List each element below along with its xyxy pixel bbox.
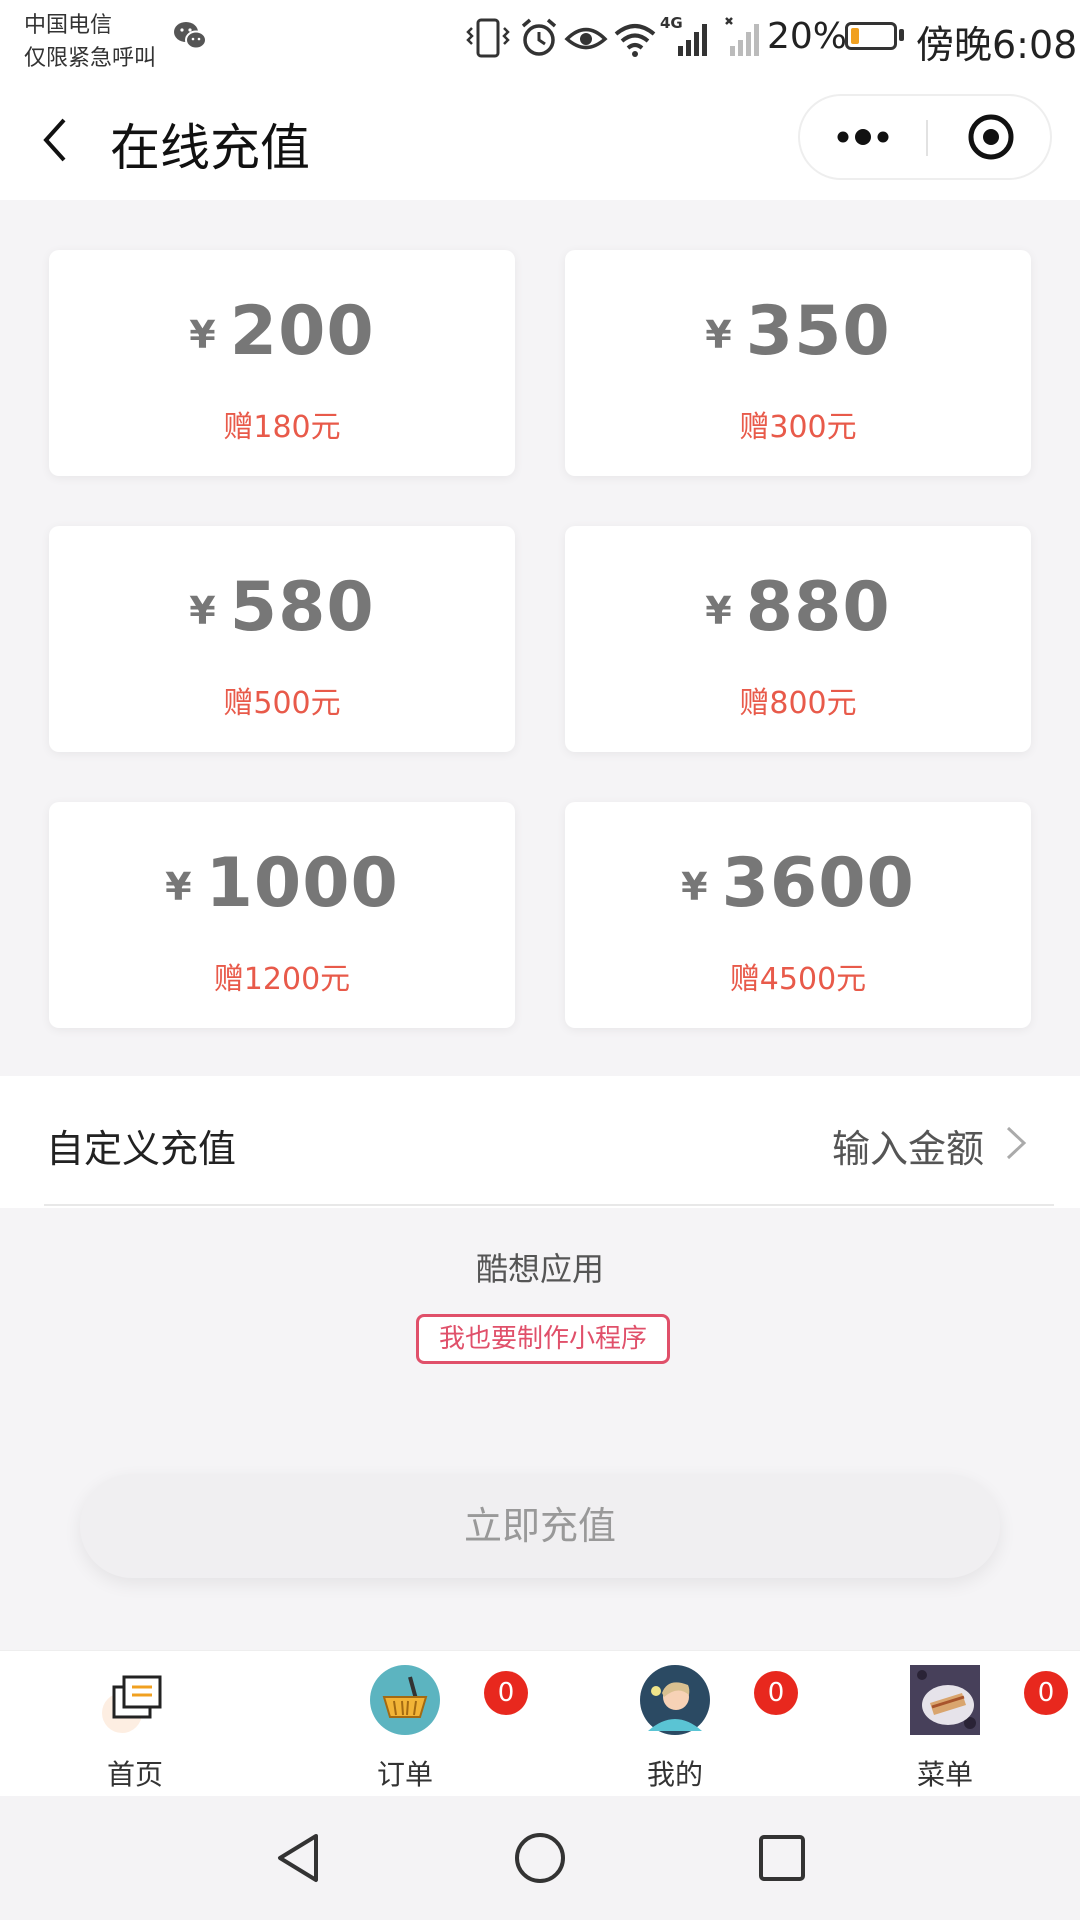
tab-menu[interactable]: 0 菜单 bbox=[810, 1651, 1080, 1797]
recharge-now-button[interactable]: 立即充值 bbox=[80, 1474, 1000, 1578]
package-card-350[interactable]: ¥350 赠300元 bbox=[565, 250, 1031, 476]
home-folder-icon bbox=[102, 1675, 162, 1733]
emergency-only-text: 仅限紧急呼叫 bbox=[24, 46, 157, 71]
tab-label: 我的 bbox=[646, 1758, 703, 1791]
currency-symbol: ¥ bbox=[189, 313, 216, 357]
package-amount: 3600 bbox=[721, 844, 915, 923]
divider bbox=[44, 1204, 1054, 1206]
vibrate-icon bbox=[466, 18, 510, 58]
bonus-text: 赠500元 bbox=[223, 686, 341, 721]
tab-label: 订单 bbox=[376, 1758, 433, 1791]
bonus-text: 赠180元 bbox=[223, 410, 341, 445]
tab-label: 菜单 bbox=[916, 1758, 973, 1791]
custom-recharge-row[interactable]: 自定义充值 输入金额 bbox=[0, 1076, 1080, 1208]
tab-home[interactable]: 首页 bbox=[0, 1651, 270, 1797]
carrier-name: 中国电信 bbox=[24, 13, 113, 38]
bonus-text: 赠800元 bbox=[739, 686, 857, 721]
wechat-icon bbox=[174, 22, 207, 50]
price-row: ¥350 bbox=[565, 292, 1031, 371]
make-miniprogram-button[interactable]: 我也要制作小程序 bbox=[416, 1314, 670, 1364]
recents-square-icon[interactable] bbox=[756, 1830, 808, 1886]
tab-profile[interactable]: 0 我的 bbox=[540, 1651, 810, 1797]
menu-count-badge: 0 bbox=[1024, 1671, 1068, 1715]
page-title: 在线充值 bbox=[110, 119, 310, 177]
package-amount: 580 bbox=[229, 568, 375, 647]
package-card-200[interactable]: ¥200 赠180元 bbox=[49, 250, 515, 476]
currency-symbol: ¥ bbox=[189, 589, 216, 633]
battery-level-fill bbox=[851, 28, 859, 44]
back-triangle-icon[interactable] bbox=[272, 1830, 324, 1886]
price-row: ¥580 bbox=[49, 568, 515, 647]
enter-amount-link[interactable]: 输入金额 bbox=[832, 1118, 984, 1173]
basket-icon bbox=[370, 1665, 440, 1735]
price-row: ¥200 bbox=[49, 292, 515, 371]
battery-tip bbox=[899, 29, 904, 41]
wifi-icon bbox=[614, 24, 656, 57]
bonus-text: 赠300元 bbox=[739, 410, 857, 445]
package-card-1000[interactable]: ¥1000 赠1200元 bbox=[49, 802, 515, 1028]
profile-count-badge: 0 bbox=[754, 1671, 798, 1715]
currency-symbol: ¥ bbox=[681, 865, 708, 909]
package-amount: 200 bbox=[229, 292, 375, 371]
system-navigation-bar bbox=[0, 1796, 1080, 1920]
bonus-text: 赠4500元 bbox=[729, 962, 867, 997]
navigation-bar: 在线充值 bbox=[0, 80, 1080, 200]
custom-recharge-label: 自定义充值 bbox=[46, 1127, 237, 1171]
tab-bar: 首页 0 订单 0 我的 0 菜单 bbox=[0, 1650, 1080, 1797]
home-circle-icon[interactable] bbox=[512, 1830, 568, 1886]
battery-percent: 20% bbox=[767, 16, 848, 57]
tab-orders[interactable]: 0 订单 bbox=[270, 1651, 540, 1797]
tab-label: 首页 bbox=[106, 1758, 163, 1791]
chevron-right-icon bbox=[1006, 1126, 1027, 1160]
package-amount: 880 bbox=[745, 568, 891, 647]
currency-symbol: ¥ bbox=[705, 589, 732, 633]
signal-icon bbox=[678, 24, 707, 56]
eye-icon bbox=[564, 27, 608, 50]
price-row: ¥880 bbox=[565, 568, 1031, 647]
battery-icon bbox=[845, 22, 897, 50]
package-amount: 350 bbox=[745, 292, 891, 371]
package-card-880[interactable]: ¥880 赠800元 bbox=[565, 526, 1031, 752]
bonus-text: 赠1200元 bbox=[213, 962, 351, 997]
status-bar: 中国电信 仅限紧急呼叫 4G 20% 傍晚6:08 bbox=[0, 0, 1080, 80]
currency-symbol: ¥ bbox=[705, 313, 732, 357]
close-target-icon[interactable] bbox=[928, 96, 1050, 178]
package-card-3600[interactable]: ¥3600 赠4500元 bbox=[565, 802, 1031, 1028]
price-row: ¥3600 bbox=[565, 844, 1031, 923]
miniprogram-capsule bbox=[798, 94, 1052, 180]
package-amount: 1000 bbox=[205, 844, 399, 923]
package-card-580[interactable]: ¥580 赠500元 bbox=[49, 526, 515, 752]
price-row: ¥1000 bbox=[49, 844, 515, 923]
back-arrow-icon[interactable] bbox=[36, 110, 76, 170]
no-signal-icon bbox=[725, 17, 759, 56]
alarm-icon bbox=[521, 18, 557, 56]
currency-symbol: ¥ bbox=[165, 865, 192, 909]
more-dots-icon[interactable] bbox=[800, 96, 926, 178]
clock: 傍晚6:08 bbox=[916, 23, 1078, 67]
order-count-badge: 0 bbox=[484, 1671, 528, 1715]
powered-by-text: 酷想应用 bbox=[475, 1250, 604, 1288]
food-photo-icon bbox=[910, 1665, 980, 1735]
avatar-icon bbox=[640, 1665, 710, 1735]
